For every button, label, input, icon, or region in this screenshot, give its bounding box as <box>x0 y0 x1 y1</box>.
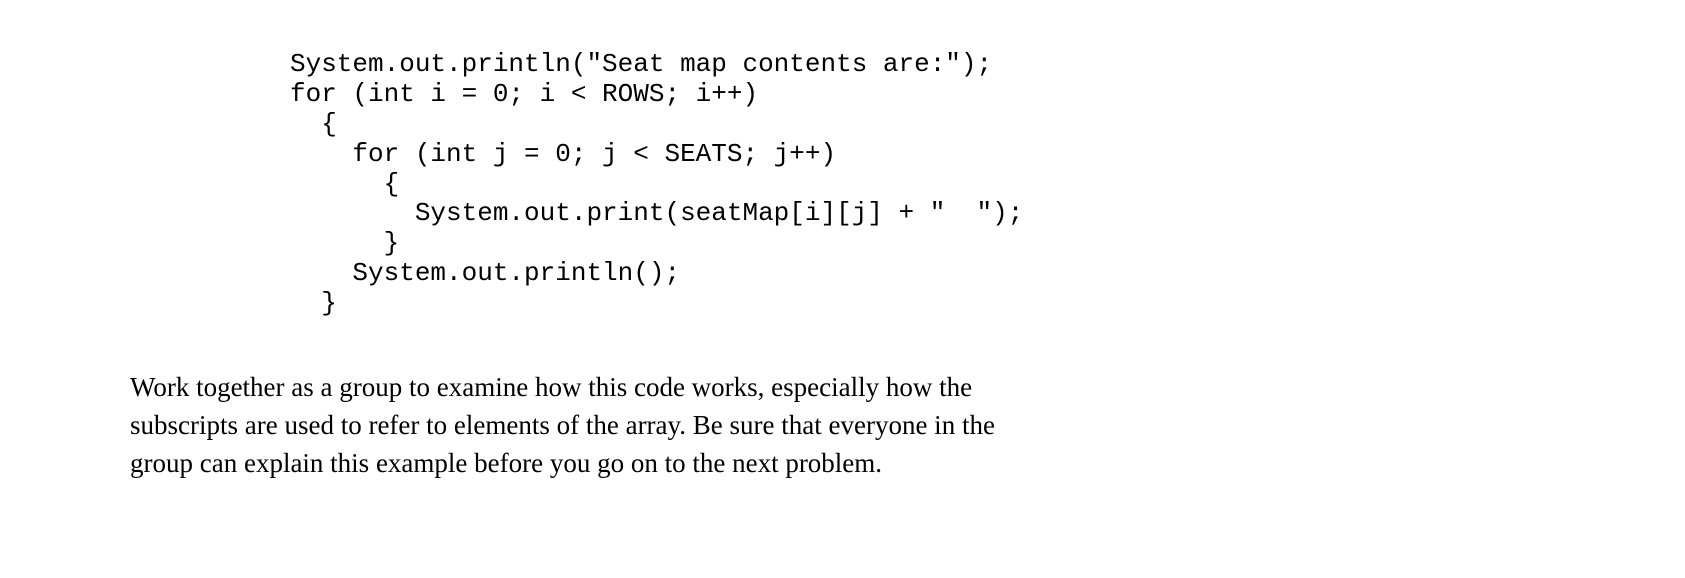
code-line: } <box>290 228 399 258</box>
code-line: System.out.println("Seat map contents ar… <box>290 49 992 79</box>
code-block: System.out.println("Seat map contents ar… <box>290 50 1555 319</box>
code-line: { <box>290 169 399 199</box>
code-line: } <box>290 288 337 318</box>
instruction-paragraph: Work together as a group to examine how … <box>130 369 1030 482</box>
code-line: System.out.println(); <box>290 258 680 288</box>
code-line: for (int j = 0; j < SEATS; j++) <box>290 139 836 169</box>
code-line: for (int i = 0; i < ROWS; i++) <box>290 79 758 109</box>
code-line: System.out.print(seatMap[i][j] + " "); <box>290 198 1023 228</box>
code-line: { <box>290 109 337 139</box>
